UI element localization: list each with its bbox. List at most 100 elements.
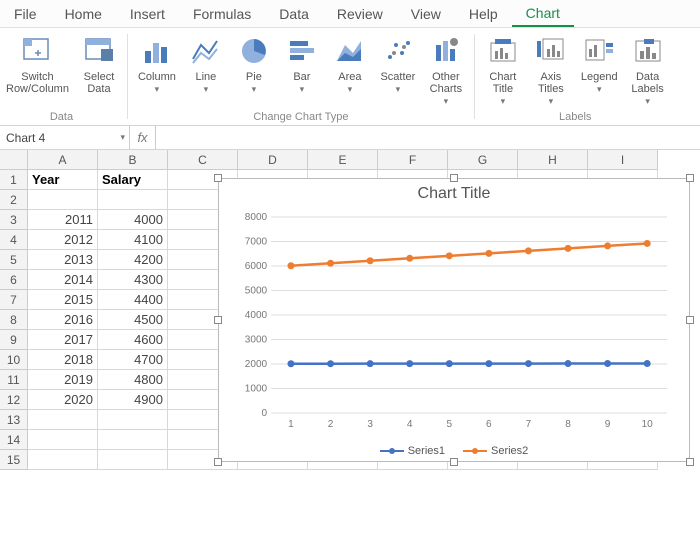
menu-chart[interactable]: Chart [512,0,574,27]
row-header[interactable]: 4 [0,230,28,250]
cell[interactable]: 4900 [98,390,168,410]
cell[interactable]: 4200 [98,250,168,270]
resize-handle[interactable] [686,458,694,466]
cell[interactable] [98,410,168,430]
bar-chart-button[interactable]: Bar ▾ [278,32,326,97]
cell[interactable]: Year [28,170,98,190]
column-header[interactable]: E [308,150,378,170]
row-header[interactable]: 13 [0,410,28,430]
resize-handle[interactable] [214,458,222,466]
cell[interactable]: 2017 [28,330,98,350]
row-header[interactable]: 9 [0,330,28,350]
area-chart-icon [333,34,367,68]
cell[interactable]: 2013 [28,250,98,270]
cell[interactable]: 2014 [28,270,98,290]
select-all-corner[interactable] [0,150,28,170]
axis-titles-button[interactable]: AxisTitles ▾ [527,32,575,109]
data-labels-button[interactable]: DataLabels ▾ [624,32,672,109]
cell[interactable]: 2015 [28,290,98,310]
row-header[interactable]: 7 [0,290,28,310]
legend-button[interactable]: Legend ▾ [575,32,624,97]
menu-home[interactable]: Home [51,0,116,27]
resize-handle[interactable] [214,174,222,182]
name-box[interactable]: Chart 4 ▾ [0,126,130,149]
cell[interactable]: 4000 [98,210,168,230]
select-data-button[interactable]: SelectData [75,32,123,97]
resize-handle[interactable] [450,174,458,182]
row-header[interactable]: 12 [0,390,28,410]
row-header[interactable]: 2 [0,190,28,210]
resize-handle[interactable] [686,174,694,182]
chart-legend[interactable]: Series1 Series2 [219,445,689,457]
row-header[interactable]: 1 [0,170,28,190]
column-header[interactable]: A [28,150,98,170]
column-header[interactable]: F [378,150,448,170]
cell[interactable]: 2019 [28,370,98,390]
cell[interactable]: 4400 [98,290,168,310]
cell[interactable]: 2018 [28,350,98,370]
svg-text:4: 4 [407,419,413,430]
cell[interactable]: 2016 [28,310,98,330]
svg-text:6000: 6000 [245,261,268,272]
line-chart-icon [189,34,223,68]
cell[interactable]: Salary [98,170,168,190]
cell[interactable] [28,450,98,470]
resize-handle[interactable] [214,316,222,324]
switch-row-column-button[interactable]: SwitchRow/Column [0,32,75,97]
menu-help[interactable]: Help [455,0,512,27]
column-header[interactable]: B [98,150,168,170]
column-header[interactable]: G [448,150,518,170]
embedded-chart[interactable]: Chart Title 0100020003000400050006000700… [218,178,690,462]
formula-input[interactable] [156,126,700,149]
cell[interactable]: 2020 [28,390,98,410]
line-chart-button[interactable]: Line ▾ [182,32,230,97]
cell[interactable]: 4600 [98,330,168,350]
cell[interactable]: 4700 [98,350,168,370]
column-header[interactable]: C [168,150,238,170]
menu-review[interactable]: Review [323,0,397,27]
cell[interactable] [28,190,98,210]
chart-title[interactable]: Chart Title [219,179,689,203]
cell[interactable] [28,410,98,430]
row-header[interactable]: 5 [0,250,28,270]
menu-formulas[interactable]: Formulas [179,0,265,27]
scatter-chart-button[interactable]: Scatter ▾ [374,32,422,97]
menu-file[interactable]: File [0,0,51,27]
cell[interactable]: 4300 [98,270,168,290]
cell[interactable]: 4500 [98,310,168,330]
row-header[interactable]: 6 [0,270,28,290]
chart-plot-area[interactable]: 0100020003000400050006000700080001234567… [233,213,675,433]
column-header[interactable]: I [588,150,658,170]
menu-insert[interactable]: Insert [116,0,179,27]
cell[interactable] [98,430,168,450]
row-header[interactable]: 11 [0,370,28,390]
resize-handle[interactable] [686,316,694,324]
row-header[interactable]: 10 [0,350,28,370]
cell[interactable] [98,190,168,210]
area-chart-button[interactable]: Area ▾ [326,32,374,97]
resize-handle[interactable] [450,458,458,466]
menu-view[interactable]: View [397,0,455,27]
cell[interactable]: 2011 [28,210,98,230]
menu-data[interactable]: Data [265,0,323,27]
fx-label[interactable]: fx [130,126,156,149]
legend-item[interactable]: Series1 [380,445,445,457]
row-header[interactable]: 8 [0,310,28,330]
chevron-down-icon[interactable]: ▾ [120,132,125,143]
chart-title-button[interactable]: ChartTitle ▾ [479,32,527,109]
column-header[interactable]: H [518,150,588,170]
pie-chart-button[interactable]: Pie ▾ [230,32,278,97]
cell[interactable]: 4100 [98,230,168,250]
other-charts-button[interactable]: OtherCharts ▾ [422,32,470,109]
cell[interactable] [98,450,168,470]
row-header[interactable]: 14 [0,430,28,450]
row-header[interactable]: 15 [0,450,28,470]
column-chart-button[interactable]: Column ▾ [132,32,182,97]
chevron-down-icon: ▾ [252,84,257,95]
column-header[interactable]: D [238,150,308,170]
cell[interactable] [28,430,98,450]
legend-item[interactable]: Series2 [463,445,528,457]
row-header[interactable]: 3 [0,210,28,230]
cell[interactable]: 4800 [98,370,168,390]
cell[interactable]: 2012 [28,230,98,250]
